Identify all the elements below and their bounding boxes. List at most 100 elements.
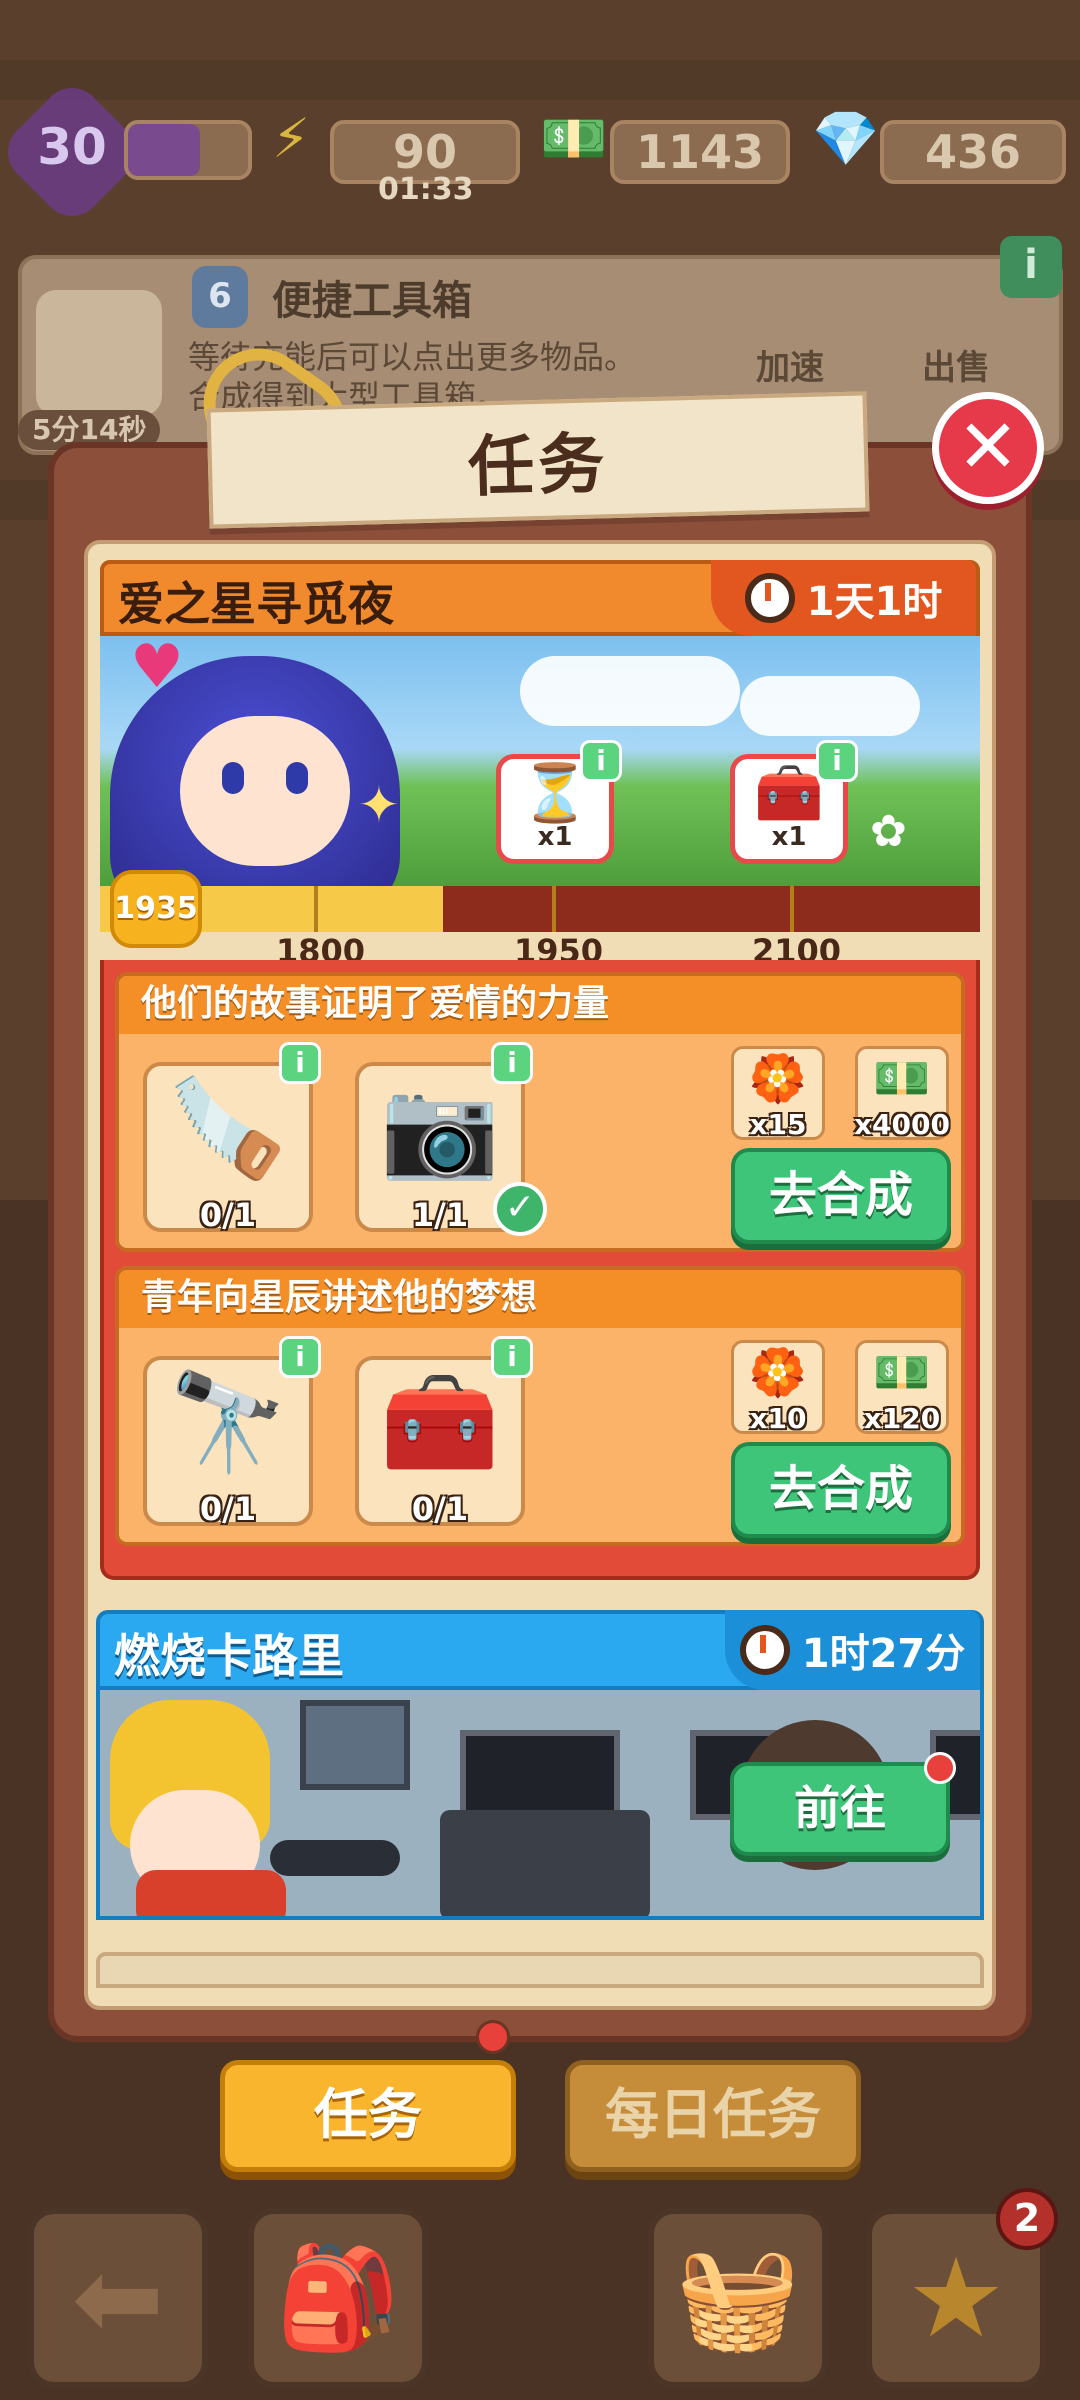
reward-count: x120	[863, 1402, 941, 1435]
backpack-button[interactable]: 🎒	[248, 2208, 428, 2388]
modal-title-banner: 任务	[206, 391, 870, 529]
task-card: 青年向星辰讲述他的梦想 🔭 0/1 i 🧰 0/1 i 🏵️ x10 💵 x12…	[115, 1266, 965, 1546]
task-item-slot[interactable]: 🪚 0/1	[143, 1062, 313, 1234]
task-reward: 🏵️ x15	[731, 1046, 825, 1141]
task-reward: 💵 x120	[855, 1340, 949, 1435]
event-score-badge: 1935	[110, 870, 202, 948]
task-item-slot[interactable]: 🧰 0/1	[355, 1356, 525, 1528]
energy-value: 90	[392, 125, 457, 179]
cloud	[740, 676, 920, 736]
flower-token-icon: 🏵️	[749, 1051, 807, 1105]
task-card: 他们的故事证明了爱情的力量 🪚 0/1 i 📷 1/1 i ✓ 🏵️ x15 💵…	[115, 972, 965, 1252]
level-progress-bar	[124, 120, 252, 180]
progress-tick	[790, 886, 794, 932]
event-timer: 1天1时	[806, 579, 943, 625]
saw-icon: 🪚	[168, 1072, 288, 1184]
sparkle-icon: ✦	[358, 776, 400, 834]
track-reward-count: x1	[537, 822, 573, 852]
flower-icon: ✿	[870, 806, 907, 857]
heart-bow-icon: ♥	[130, 636, 184, 702]
star-badge-count: 2	[996, 2188, 1058, 2250]
reward-count: x10	[749, 1402, 807, 1435]
next-event-card-peek	[96, 1952, 984, 1988]
clock-icon	[744, 573, 795, 623]
gem-value: 436	[924, 125, 1022, 179]
sell-label: 出售	[922, 348, 990, 388]
track-reward-count: x1	[771, 822, 807, 852]
clock-icon	[739, 1625, 790, 1675]
task-title: 他们的故事证明了爱情的力量	[119, 976, 961, 1034]
info-icon[interactable]: i	[279, 1336, 321, 1378]
info-icon[interactable]: i	[580, 740, 622, 782]
gem-counter[interactable]: 436	[880, 120, 1066, 184]
background-stripe	[0, 60, 1080, 100]
close-button[interactable]: ✕	[932, 392, 1044, 504]
item-title: 便捷工具箱	[272, 278, 472, 324]
eye	[286, 762, 308, 794]
binoculars-icon: 🔭	[168, 1366, 288, 1478]
character-face	[180, 716, 350, 866]
toolbox-icon: 🧰	[380, 1366, 500, 1478]
reward-count: x4000	[854, 1108, 950, 1141]
info-icon[interactable]: i	[279, 1042, 321, 1084]
item-progress: 0/1	[411, 1490, 469, 1528]
cash-counter[interactable]: 1143	[610, 120, 790, 184]
level-progress-fill	[128, 124, 200, 176]
item-progress: 0/1	[199, 1196, 257, 1234]
toolbox-item-icon	[36, 290, 162, 416]
progress-tick	[552, 886, 556, 932]
tab-notification-dot	[476, 2020, 510, 2054]
tab-tasks[interactable]: 任务	[220, 2060, 516, 2172]
event2-timer-pill: 1时27分	[725, 1610, 980, 1690]
item-progress: 0/1	[199, 1490, 257, 1528]
merge-button[interactable]: 去合成	[731, 1442, 951, 1538]
checkmark-icon: ✓	[493, 1182, 547, 1236]
reward-count: x15	[749, 1108, 807, 1141]
close-icon: ✕	[956, 404, 1019, 490]
tab-daily-tasks[interactable]: 每日任务	[565, 2060, 861, 2172]
dumbbell-icon	[270, 1840, 400, 1876]
merge-button[interactable]: 去合成	[731, 1148, 951, 1244]
treadmill	[440, 1810, 650, 1916]
ruby-icon: 💎	[812, 107, 880, 170]
task-reward: 🏵️ x10	[731, 1340, 825, 1435]
back-button[interactable]: ⬅	[28, 2208, 208, 2388]
character-shirt	[136, 1870, 286, 1916]
event2-timer: 1时27分	[801, 1631, 966, 1677]
event-timer-pill: 1天1时	[711, 560, 976, 636]
basket-button[interactable]: 🧺	[648, 2208, 828, 2388]
eye	[222, 762, 244, 794]
energy-timer: 01:33	[378, 172, 474, 207]
speedup-label: 加速	[756, 348, 824, 388]
backpack-icon: 🎒	[275, 2239, 401, 2356]
flower-token-icon: 🏵️	[749, 1345, 807, 1399]
event-banner-scene: ♥ ✦ ⏳ x1 i 🧰 x1 i ✿	[100, 636, 980, 886]
task-title: 青年向星辰讲述他的梦想	[119, 1270, 961, 1328]
event-title: 爱之星寻觅夜	[118, 577, 394, 631]
info-icon[interactable]: i	[1000, 236, 1062, 298]
cash-icon: 💵	[873, 1051, 931, 1105]
event2-title: 燃烧卡路里	[114, 1629, 344, 1683]
basket-icon: 🧺	[675, 2239, 801, 2356]
camera-icon: 📷	[380, 1072, 500, 1184]
task-reward: 💵 x4000	[854, 1046, 950, 1141]
event-progress-track	[100, 886, 980, 932]
info-icon[interactable]: i	[491, 1336, 533, 1378]
item-level-badge: 6	[192, 266, 248, 328]
progress-tick	[314, 886, 318, 932]
back-arrow-icon: ⬅	[71, 2234, 165, 2362]
task-item-slot[interactable]: 🔭 0/1	[143, 1356, 313, 1528]
info-icon[interactable]: i	[491, 1042, 533, 1084]
wall-window	[300, 1700, 410, 1790]
energy-icon: ⚡	[272, 107, 310, 170]
cash-stack-icon: 💵	[540, 107, 608, 170]
cash-value: 1143	[635, 125, 765, 179]
info-icon[interactable]: i	[816, 740, 858, 782]
event2-header: 燃烧卡路里 1时27分	[96, 1610, 984, 1690]
goto-button[interactable]: 前往	[730, 1762, 950, 1856]
cash-icon: 💵	[873, 1345, 931, 1399]
event-header: 爱之星寻觅夜 1天1时	[100, 560, 980, 636]
cloud	[520, 656, 740, 726]
level-value: 30	[37, 118, 107, 176]
treasure-chest-icon: 🧰	[754, 761, 824, 826]
